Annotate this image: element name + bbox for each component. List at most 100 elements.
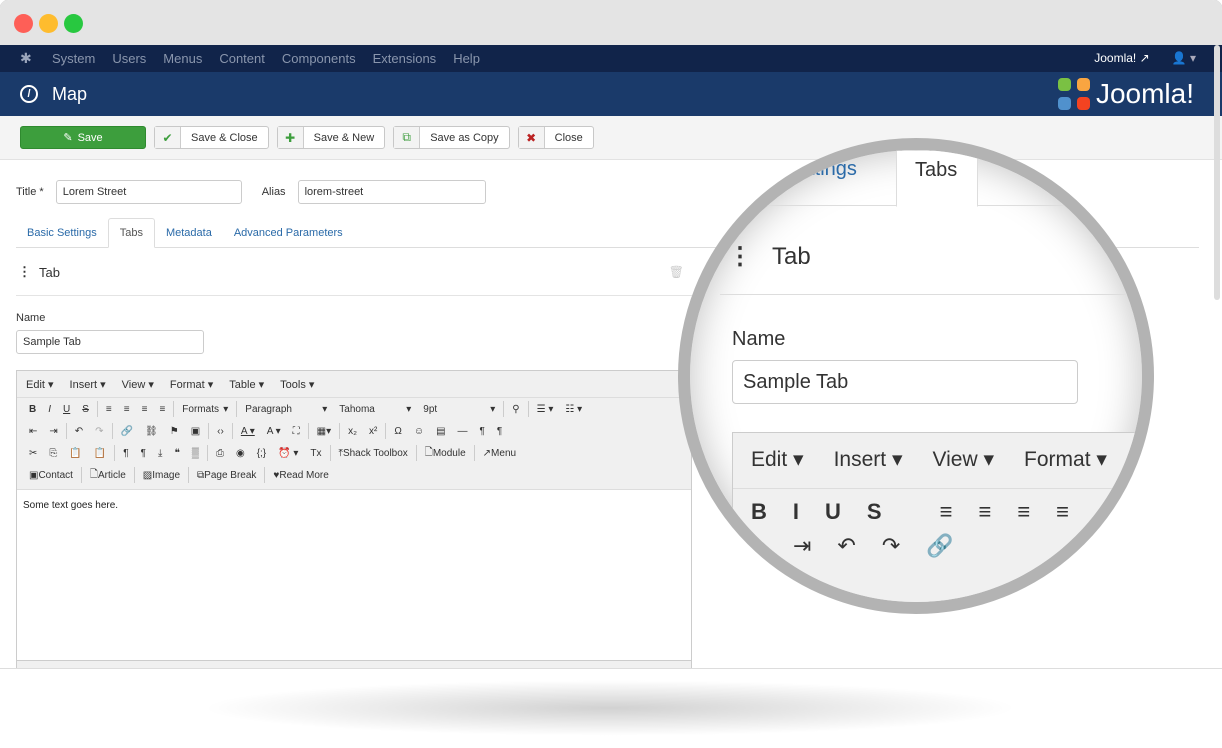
shack-toolbox-button[interactable]: ⤒ Shack Toolbox <box>333 442 414 464</box>
module-button[interactable]: 🗋 Module <box>419 442 472 464</box>
image-button[interactable]: ▨ Image <box>137 464 186 486</box>
insert-icon[interactable]: ⤓ <box>152 442 168 464</box>
code-icon[interactable]: ‹› <box>211 420 230 442</box>
datetime-icon[interactable]: ⏰ ▾ <box>272 442 304 464</box>
tab-advanced-parameters[interactable]: Advanced Parameters <box>223 218 354 247</box>
ltr-icon[interactable]: ¶ <box>474 420 491 442</box>
editor-menubar: Edit ▾ Insert ▾ View ▾ Format ▾ Table ▾ Tools… <box>17 371 691 398</box>
block-format-dropdown[interactable]: Paragraph ▾ <box>239 398 333 420</box>
joomla-icon[interactable]: ✱ <box>20 50 34 67</box>
drag-handle-icon[interactable]: ⋮ <box>18 264 31 280</box>
paste-text-icon[interactable]: 📋 <box>88 442 112 464</box>
align-justify-icon[interactable]: ≡ <box>153 398 171 420</box>
preview-icon[interactable]: ◉ <box>230 442 251 464</box>
align-right-icon[interactable]: ≡ <box>136 398 154 420</box>
menu-button[interactable]: ↗ Menu <box>477 442 522 464</box>
copy-icon: ⧉ <box>394 127 421 148</box>
text-color-icon[interactable]: A ▾ <box>235 420 261 442</box>
bold-icon[interactable]: B <box>23 398 42 420</box>
user-menu[interactable]: 👤 ▾ <box>1172 51 1196 65</box>
code-sample-icon[interactable]: {;} <box>251 442 272 464</box>
font-size-dropdown[interactable]: 9pt ▾ <box>417 398 501 420</box>
close-button[interactable]: ✖ Close <box>517 126 594 149</box>
menu-tools[interactable]: Tools ▾ <box>280 378 314 391</box>
fullscreen-icon[interactable]: ⛶ <box>287 420 306 442</box>
tab-tabs[interactable]: Tabs <box>107 218 155 248</box>
italic-icon[interactable]: I <box>42 398 57 420</box>
editor-content[interactable]: Some text goes here. <box>17 489 691 660</box>
align-center-icon[interactable]: ≡ <box>118 398 136 420</box>
special-char-icon[interactable]: Ω <box>388 420 407 442</box>
minimize-window-button[interactable] <box>39 14 58 33</box>
copy-icon[interactable]: ⎘ <box>43 442 63 464</box>
underline-icon[interactable]: U <box>57 398 76 420</box>
horizontal-rule-icon[interactable]: — <box>452 420 474 442</box>
strikethrough-icon[interactable]: S <box>76 398 95 420</box>
redo-icon[interactable]: ↷ <box>89 420 109 442</box>
font-family-dropdown[interactable]: Tahoma ▾ <box>333 398 417 420</box>
table-icon[interactable]: ▦▾ <box>311 420 337 442</box>
clear-format-icon[interactable]: Tx <box>304 442 327 464</box>
toolbar-separator <box>339 423 341 439</box>
bullet-list-icon[interactable]: ☰ ▾ <box>531 398 560 420</box>
save-as-copy-button[interactable]: ⧉ Save as Copy <box>393 126 510 149</box>
superscript-icon[interactable]: x² <box>363 420 383 442</box>
nav-users[interactable]: Users <box>112 51 146 66</box>
rtl-icon[interactable]: ¶ <box>491 420 508 442</box>
subscript-icon[interactable]: x₂ <box>342 420 363 442</box>
page-break-button[interactable]: ⧉ Page Break <box>191 464 262 486</box>
read-more-button[interactable]: ♥ Read More <box>267 464 334 486</box>
scrollbar[interactable] <box>1214 45 1220 300</box>
save-close-button[interactable]: ✔ Save & Close <box>154 126 269 149</box>
emoticons-icon[interactable]: ☺ <box>408 420 430 442</box>
undo-icon[interactable]: ↶ <box>69 420 89 442</box>
nav-menus[interactable]: Menus <box>163 51 202 66</box>
align-left-icon[interactable]: ≡ <box>100 398 118 420</box>
paste-icon[interactable]: 📋 <box>63 442 87 464</box>
visual-blocks-icon[interactable]: ¶ <box>135 442 152 464</box>
menu-edit[interactable]: Edit ▾ <box>26 378 54 391</box>
article-button[interactable]: 🗋 Article <box>84 464 132 486</box>
site-link[interactable]: Joomla! ↗ <box>1094 51 1149 65</box>
menu-format[interactable]: Format ▾ <box>170 378 213 391</box>
print-icon[interactable]: ⎙ <box>210 442 230 464</box>
button-label: Image <box>152 469 181 481</box>
menu-insert[interactable]: Insert ▾ <box>70 378 106 391</box>
outdent-icon[interactable]: ⇤ <box>23 420 43 442</box>
nav-content[interactable]: Content <box>219 51 265 66</box>
maximize-window-button[interactable] <box>64 14 83 33</box>
anchor-icon[interactable]: ⚑ <box>164 420 185 442</box>
mag-menu-label: Insert <box>833 448 887 471</box>
image-icon[interactable]: ▣ <box>185 420 206 442</box>
nav-extensions[interactable]: Extensions <box>373 51 437 66</box>
alias-input[interactable]: lorem-street <box>297 180 486 204</box>
trash-icon[interactable]: 🗑 <box>669 265 684 279</box>
button-label: Save & New <box>313 131 375 144</box>
link-icon[interactable]: 🔗 <box>115 420 139 442</box>
save-new-button[interactable]: ✚ Save & New <box>276 126 386 149</box>
menu-view[interactable]: View ▾ <box>122 378 154 391</box>
menu-table[interactable]: Table ▾ <box>229 378 264 391</box>
formats-dropdown[interactable]: Formats ▾ <box>176 398 234 420</box>
paragraph-icon[interactable]: ¶ <box>117 442 134 464</box>
unlink-icon[interactable]: ⛓ <box>139 420 164 442</box>
tab-basic-settings[interactable]: Basic Settings <box>16 218 108 247</box>
blockquote-icon[interactable]: ❝ <box>168 442 185 464</box>
nav-help[interactable]: Help <box>453 51 480 66</box>
toolbar-separator <box>236 401 238 417</box>
find-replace-icon[interactable]: ⚲ <box>506 398 525 420</box>
save-button[interactable]: ✎ Save <box>20 126 146 149</box>
template-icon[interactable]: ▒ <box>186 442 205 464</box>
title-input[interactable]: Lorem Street <box>55 180 242 204</box>
cut-icon[interactable]: ✂ <box>23 442 43 464</box>
numbered-list-icon[interactable]: ☷ ▾ <box>559 398 588 420</box>
nav-components[interactable]: Components <box>282 51 356 66</box>
contact-button[interactable]: ▣ Contact <box>23 464 79 486</box>
tab-metadata[interactable]: Metadata <box>155 218 223 247</box>
media-icon[interactable]: ▤ <box>430 420 451 442</box>
close-window-button[interactable] <box>14 14 33 33</box>
indent-icon[interactable]: ⇥ <box>43 420 63 442</box>
name-input[interactable]: Sample Tab <box>16 330 204 354</box>
background-color-icon[interactable]: A ▾ <box>261 420 287 442</box>
nav-system[interactable]: System <box>52 51 95 66</box>
